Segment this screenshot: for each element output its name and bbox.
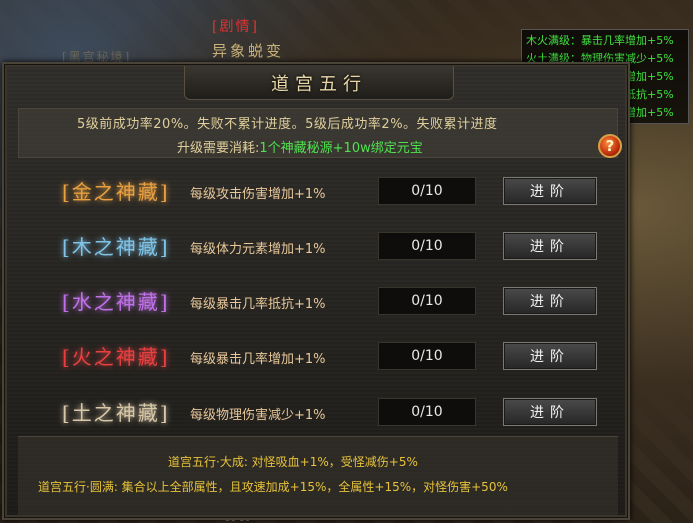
advance-button[interactable]: 进阶: [503, 287, 597, 315]
treasure-effect: 每级暴击几率抵抗+1%: [190, 297, 326, 312]
treasure-effect: 每级物理伤害减少+1%: [190, 408, 326, 423]
upgrade-cost: 升级需要消耗:1个神藏秘源+10w绑定元宝: [177, 137, 423, 156]
treasure-effect: 每级体力元素增加+1%: [190, 242, 326, 257]
treasure-name: [木之神藏]: [62, 235, 170, 259]
treasure-row-gold: [金之神藏] 每级攻击伤害增加+1% 0/10 进阶: [44, 174, 604, 210]
treasure-name: [水之神藏]: [62, 290, 170, 314]
treasure-progress: 0/10: [378, 287, 476, 315]
treasure-progress: 0/10: [378, 342, 476, 370]
advance-button[interactable]: 进阶: [503, 398, 597, 426]
upgrade-info-box: 5级前成功率20%。失败不累计进度。5级后成功率2%。失败累计进度 升级需要消耗…: [18, 108, 618, 158]
help-icon[interactable]: ?: [598, 134, 622, 158]
treasure-name: [土之神藏]: [62, 401, 170, 425]
major-completion-bonus: 道宫五行·大成: 对怪吸血+1%，受怪减伤+5%: [168, 455, 418, 469]
treasure-name: [金之神藏]: [62, 180, 170, 204]
treasure-row-wood: [木之神藏] 每级体力元素增加+1% 0/10 进阶: [44, 229, 604, 265]
treasure-row-earth: [土之神藏] 每级物理伤害减少+1% 0/10 进阶: [44, 395, 604, 431]
treasure-progress: 0/10: [378, 177, 476, 205]
dialog-title-bar[interactable]: 道宫五行: [184, 66, 454, 100]
advance-button[interactable]: 进阶: [503, 177, 597, 205]
treasure-effect: 每级攻击伤害增加+1%: [190, 187, 326, 202]
treasure-progress: 0/10: [378, 232, 476, 260]
world-map-label: 异象蜕变: [212, 42, 285, 60]
advance-button[interactable]: 进阶: [503, 342, 597, 370]
daogong-wuxing-dialog: 道宫五行 5级前成功率20%。失败不累计进度。5级后成功率2%。失败累计进度 升…: [2, 62, 630, 520]
advance-button[interactable]: 进阶: [503, 232, 597, 260]
treasure-name: [火之神藏]: [62, 345, 170, 369]
world-quest-tag: [剧情]: [212, 19, 259, 35]
treasure-row-water: [水之神藏] 每级暴击几率抵抗+1% 0/10 进阶: [44, 284, 604, 320]
treasure-row-fire: [火之神藏] 每级暴击几率增加+1% 0/10 进阶: [44, 339, 604, 375]
success-rate-text: 5级前成功率20%。失败不累计进度。5级后成功率2%。失败累计进度: [77, 117, 498, 132]
upgrade-cost-label: 升级需要消耗:: [177, 141, 260, 156]
dialog-title: 道宫五行: [271, 73, 367, 95]
full-completion-bonus: 道宫五行·圆满: 集合以上全部属性，且攻速加成+15%，全属性+15%，对怪伤害…: [38, 480, 508, 494]
set-bonus-item: 木火满级：暴击几率增加+5%: [526, 34, 674, 47]
treasure-progress: 0/10: [378, 398, 476, 426]
upgrade-cost-value: 1个神藏秘源+10w绑定元宝: [259, 141, 423, 156]
treasure-effect: 每级暴击几率增加+1%: [190, 352, 326, 367]
completion-bonus-box: 道宫五行·大成: 对怪吸血+1%，受怪减伤+5% 道宫五行·圆满: 集合以上全部…: [18, 436, 618, 516]
